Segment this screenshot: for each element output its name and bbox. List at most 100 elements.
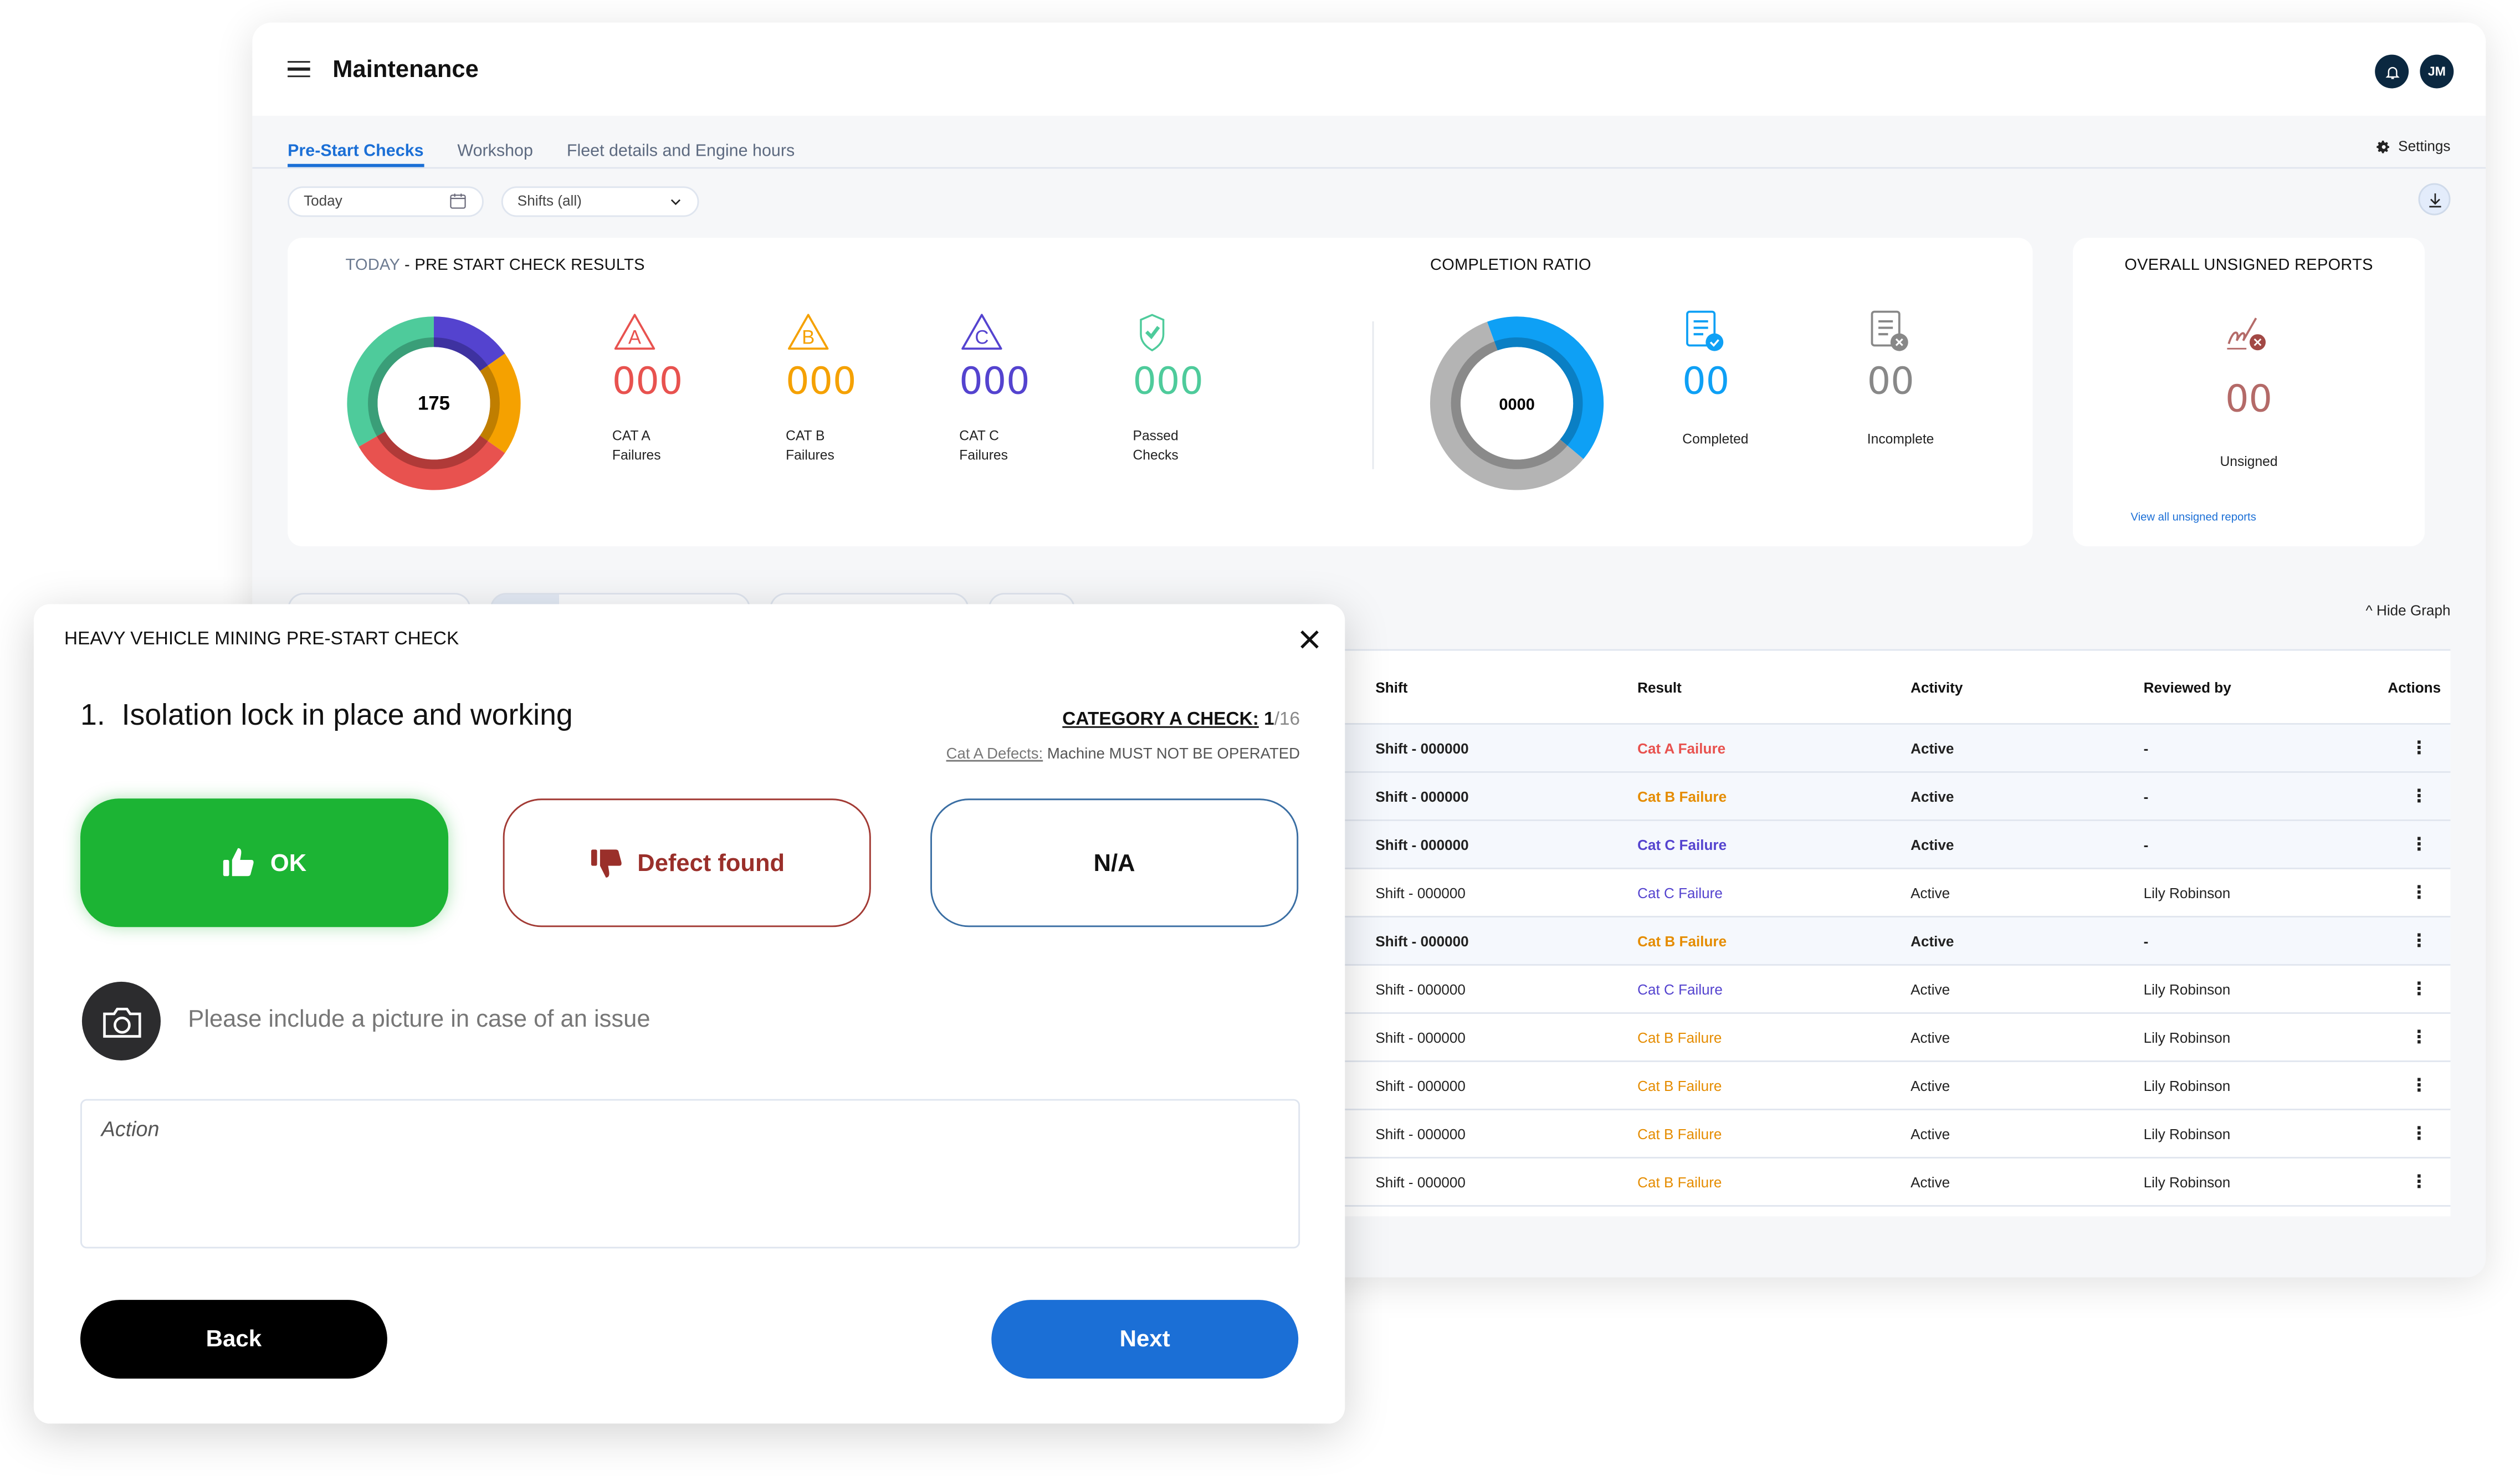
col-activity[interactable]: Activity — [1911, 679, 1963, 695]
col-actions: Actions — [2388, 679, 2441, 695]
top-bar: Maintenance JM — [252, 22, 2486, 116]
shift-cell: Shift - 000000 — [1375, 884, 1466, 901]
results-card: TODAY - PRE START CHECK RESULTS 175 A 00… — [288, 238, 2033, 547]
close-button[interactable] — [1300, 623, 1319, 655]
chevron-up-icon: ^ — [2365, 602, 2377, 619]
more-actions-icon[interactable]: ⋮ — [2410, 930, 2428, 951]
shift-cell: Shift - 000000 — [1375, 981, 1466, 997]
cat-a-label: CAT A — [612, 427, 651, 444]
ok-button[interactable]: OK — [80, 798, 449, 927]
hide-graph-button[interactable]: ^ Hide Graph — [2365, 603, 2450, 619]
activity-cell: Active — [1911, 932, 1954, 949]
col-shift[interactable]: Shift — [1375, 679, 1407, 695]
photo-prompt: Please include a picture in case of an i… — [188, 1006, 651, 1033]
view-unsigned-link[interactable]: View all unsigned reports — [2130, 512, 2256, 524]
cat-b-value: 000 — [786, 361, 857, 403]
cat-c-sublabel: Failures — [959, 447, 1008, 463]
results-title: TODAY - PRE START CHECK RESULTS — [345, 257, 645, 275]
document-check-icon — [1686, 310, 1724, 351]
activity-cell: Active — [1911, 1077, 1950, 1094]
unsigned-title: OVERALL UNSIGNED REPORTS — [2124, 257, 2373, 275]
cat-a-icon: A — [614, 314, 655, 350]
category-total: /16 — [1274, 710, 1300, 730]
date-picker[interactable]: Today — [288, 185, 484, 217]
more-actions-icon[interactable]: ⋮ — [2410, 1075, 2428, 1096]
more-actions-icon[interactable]: ⋮ — [2410, 978, 2428, 1000]
thumbs-down-icon — [590, 849, 621, 878]
more-actions-icon[interactable]: ⋮ — [2410, 1027, 2428, 1048]
tab-pre-start-checks[interactable]: Pre-Start Checks — [288, 141, 424, 167]
activity-cell: Active — [1911, 836, 1954, 853]
stat-incomplete: 00 Incomplete — [1867, 309, 1980, 448]
more-actions-icon[interactable]: ⋮ — [2410, 1123, 2428, 1144]
reviewed-by-cell: Lily Robinson — [2143, 1125, 2231, 1142]
category-progress: CATEGORY A CHECK: 1/16 — [1062, 710, 1300, 730]
defect-found-button[interactable]: Defect found — [503, 798, 871, 927]
more-actions-icon[interactable]: ⋮ — [2410, 834, 2428, 855]
camera-button[interactable] — [81, 981, 161, 1061]
tab-fleet-details[interactable]: Fleet details and Engine hours — [567, 141, 795, 167]
shift-select[interactable]: Shifts (all) — [501, 185, 699, 217]
tab-workshop[interactable]: Workshop — [457, 141, 533, 167]
result-cell: Cat C Failure — [1637, 884, 1723, 901]
cat-b-label: CAT B — [786, 427, 825, 444]
tab-bar: Pre-Start Checks Workshop Fleet details … — [252, 116, 2486, 169]
more-actions-icon[interactable]: ⋮ — [2410, 1171, 2428, 1192]
document-x-icon — [1871, 310, 1908, 351]
more-actions-icon[interactable]: ⋮ — [2410, 882, 2428, 903]
activity-cell: Active — [1911, 740, 1954, 756]
result-cell: Cat B Failure — [1637, 1173, 1722, 1190]
reviewed-by-cell: Lily Robinson — [2143, 884, 2231, 901]
note-text: Machine MUST NOT BE OPERATED — [1043, 745, 1300, 763]
category-label: CATEGORY A CHECK: — [1062, 710, 1259, 730]
shift-cell: Shift - 000000 — [1375, 1077, 1466, 1094]
cat-b-icon: B — [788, 314, 829, 350]
settings-button[interactable]: Settings — [2377, 138, 2451, 154]
more-actions-icon[interactable]: ⋮ — [2410, 737, 2428, 758]
stat-cat-a: A 000 CAT A Failures — [612, 312, 725, 465]
menu-icon[interactable] — [288, 60, 310, 78]
app-title: Maintenance — [332, 55, 479, 83]
result-cell: Cat C Failure — [1637, 981, 1723, 997]
category-current: 1 — [1264, 710, 1274, 730]
result-cell: Cat B Failure — [1637, 1125, 1722, 1142]
shift-cell: Shift - 000000 — [1375, 836, 1469, 853]
result-cell: Cat B Failure — [1637, 788, 1727, 804]
reviewed-by-cell: Lily Robinson — [2143, 1173, 2231, 1190]
na-label: N/A — [1093, 849, 1135, 877]
activity-cell: Active — [1911, 1125, 1950, 1142]
na-button[interactable]: N/A — [930, 798, 1299, 927]
donut-total: 175 — [418, 393, 450, 414]
activity-cell: Active — [1911, 788, 1954, 804]
signature-x-icon — [2227, 317, 2266, 351]
incomplete-value: 00 — [1867, 361, 1914, 403]
cat-c-value: 000 — [959, 361, 1030, 403]
result-cell: Cat B Failure — [1637, 932, 1727, 949]
stat-completed: 00 Completed — [1682, 309, 1795, 448]
question-text: Isolation lock in place and working — [121, 697, 573, 731]
action-textarea[interactable] — [80, 1099, 1300, 1249]
col-reviewed-by[interactable]: Reviewed by — [2144, 679, 2231, 695]
gear-icon — [2377, 140, 2390, 153]
card-divider — [1372, 321, 1374, 469]
notifications-button[interactable] — [2375, 54, 2409, 89]
user-avatar[interactable]: JM — [2420, 54, 2454, 89]
col-result[interactable]: Result — [1637, 679, 1682, 695]
passed-value: 000 — [1133, 361, 1203, 403]
passed-sublabel: Checks — [1133, 447, 1179, 463]
back-button[interactable]: Back — [80, 1300, 387, 1379]
cat-b-sublabel: Failures — [786, 447, 834, 463]
modal-title: HEAVY VEHICLE MINING PRE-START CHECK — [64, 629, 459, 649]
activity-cell: Active — [1911, 981, 1950, 997]
date-value: Today — [304, 193, 342, 209]
question: 1. Isolation lock in place and working — [80, 698, 573, 733]
hide-graph-label: Hide Graph — [2376, 602, 2451, 619]
activity-cell: Active — [1911, 1029, 1950, 1046]
more-actions-icon[interactable]: ⋮ — [2410, 786, 2428, 807]
download-icon — [2428, 192, 2441, 207]
completed-label: Completed — [1682, 430, 1749, 447]
activity-cell: Active — [1911, 1173, 1950, 1190]
next-button[interactable]: Next — [991, 1300, 1299, 1379]
incomplete-label: Incomplete — [1867, 430, 1934, 447]
download-button[interactable] — [2418, 183, 2451, 216]
